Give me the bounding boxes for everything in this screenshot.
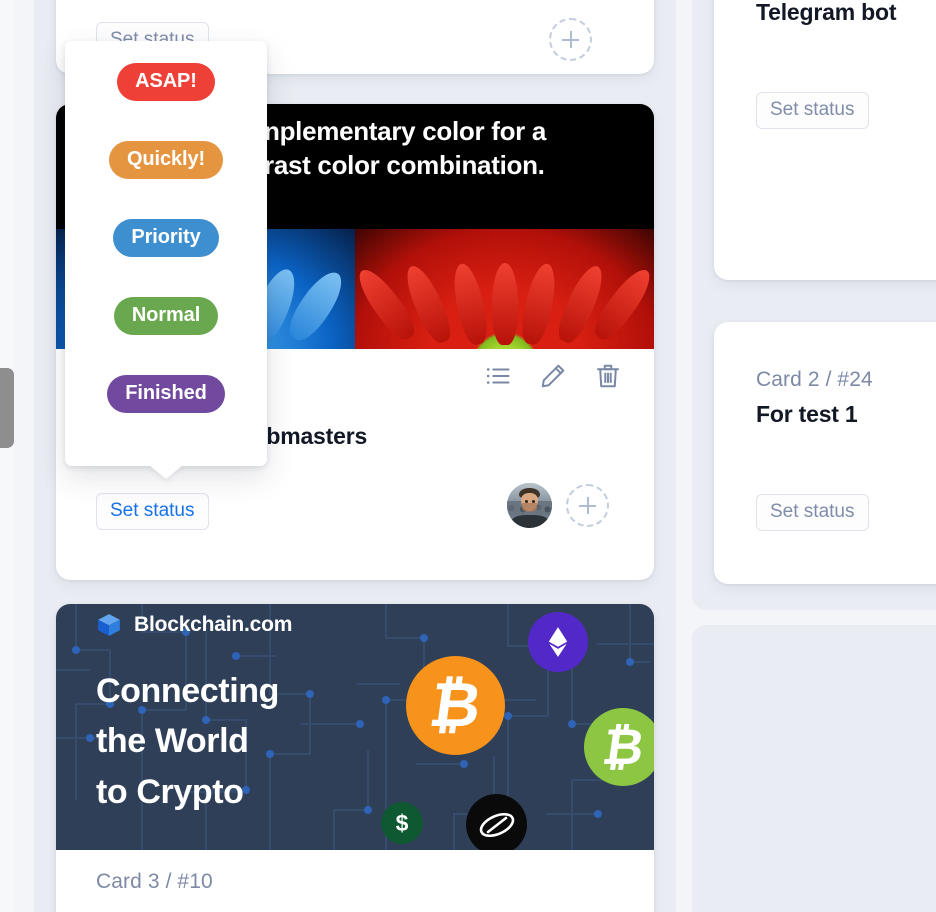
blockchain-cube-icon bbox=[96, 612, 122, 638]
trash-icon[interactable] bbox=[594, 362, 622, 390]
card-action-icons bbox=[484, 362, 622, 390]
status-option-normal[interactable]: Normal bbox=[113, 297, 219, 335]
card-right-1[interactable]: Card 1 / #33 Telegram bot Set status bbox=[714, 0, 936, 280]
card-right-2[interactable]: Card 2 / #24 For test 1 Set status bbox=[714, 322, 936, 584]
status-option-list: ASAP! Quickly! Priority Normal Finished bbox=[65, 63, 267, 413]
set-status-button-card-right-1[interactable]: Set status bbox=[756, 92, 869, 129]
popover-arrow bbox=[149, 465, 183, 479]
status-option-asap[interactable]: ASAP! bbox=[117, 63, 215, 101]
status-option-quickly[interactable]: Quickly! bbox=[108, 141, 224, 179]
add-member-button-card-top[interactable] bbox=[549, 18, 592, 61]
list-icon[interactable] bbox=[484, 362, 512, 390]
set-status-button-card-right-2[interactable]: Set status bbox=[756, 494, 869, 531]
usd-glyph: $ bbox=[395, 809, 409, 836]
bitcoin-cash-glyph: ₿ bbox=[598, 719, 648, 775]
add-member-button-card-2[interactable] bbox=[566, 484, 609, 527]
board-view: Set status nplementary color for a rast … bbox=[0, 0, 936, 912]
card-title: For test 1 bbox=[756, 401, 858, 427]
red-flower-image bbox=[355, 229, 654, 349]
vertical-scrollbar-thumb[interactable] bbox=[0, 368, 14, 448]
usd-coin: $ bbox=[381, 802, 423, 844]
stellar-glyph bbox=[479, 812, 514, 837]
status-option-priority[interactable]: Priority bbox=[113, 219, 219, 257]
bitcoin-coin: ₿ bbox=[406, 656, 505, 755]
stellar-coin bbox=[466, 794, 527, 850]
card-meta: Card 3 / #10 bbox=[96, 870, 213, 893]
ethereum-coin bbox=[528, 612, 588, 672]
bitcoin-glyph: ₿ bbox=[425, 670, 486, 740]
blockchain-headline: Connecting the World to Crypto bbox=[96, 672, 279, 811]
avatar[interactable] bbox=[507, 483, 552, 528]
blockchain-logo-row: Blockchain.com bbox=[96, 612, 292, 638]
status-option-finished[interactable]: Finished bbox=[107, 375, 225, 413]
blockchain-brand-label: Blockchain.com bbox=[134, 613, 293, 636]
card-title: Telegram bot bbox=[756, 0, 897, 25]
vertical-scrollbar-track[interactable] bbox=[0, 0, 14, 912]
board-column-right-bottom bbox=[692, 625, 936, 912]
robotic-hand-image bbox=[714, 0, 936, 182]
set-status-button-card-2[interactable]: Set status bbox=[96, 493, 209, 530]
pencil-icon[interactable] bbox=[539, 362, 567, 390]
card-meta: Card 2 / #24 bbox=[756, 368, 873, 391]
card-bottom[interactable]: Blockchain.com Connecting the World to C… bbox=[56, 604, 654, 912]
ethereum-glyph bbox=[548, 627, 568, 657]
status-popover[interactable]: ASAP! Quickly! Priority Normal Finished bbox=[65, 41, 267, 479]
bitcoin-cash-coin: ₿ bbox=[584, 708, 654, 786]
card-banner-blockchain: Blockchain.com Connecting the World to C… bbox=[56, 604, 654, 850]
